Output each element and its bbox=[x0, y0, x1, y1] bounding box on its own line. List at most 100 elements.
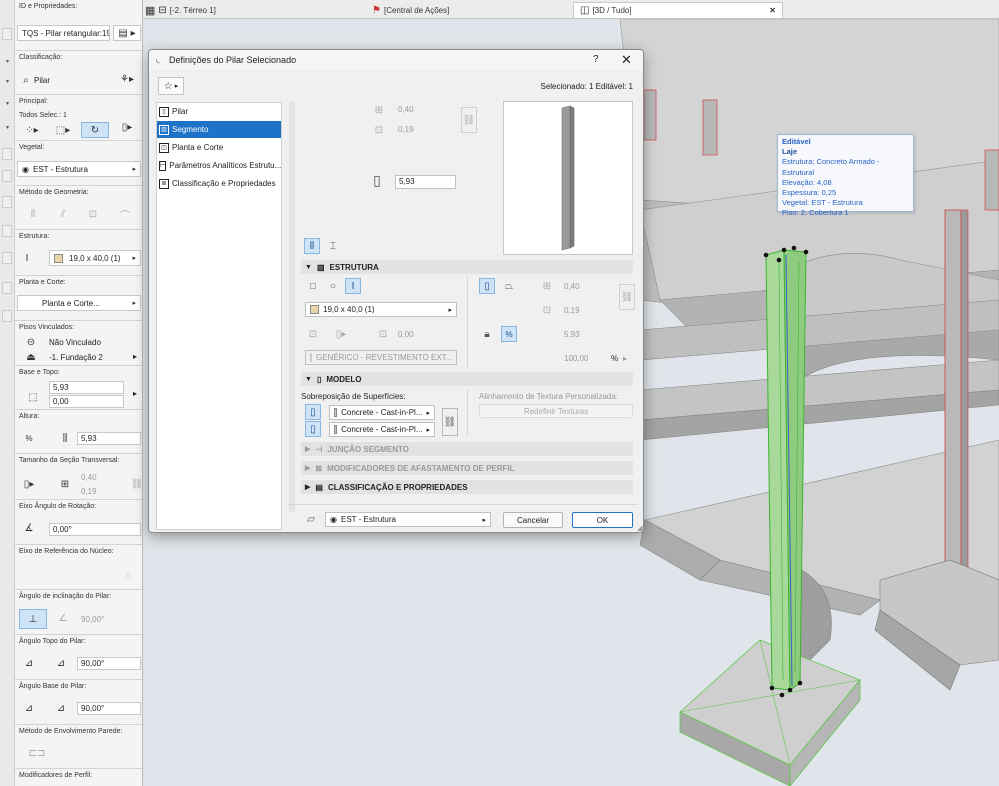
tab-grid-view[interactable]: ▦ ⊟ [-2. Térreo 1] bbox=[145, 2, 216, 18]
help-button[interactable]: ? bbox=[593, 54, 599, 65]
geometry-trapezoid-icon[interactable]: ⊡ bbox=[85, 206, 101, 222]
top-offset-input[interactable]: 5,93 bbox=[49, 381, 124, 394]
resize-grip-icon[interactable]: ◢ bbox=[637, 524, 642, 532]
dialog-title-bar[interactable]: ◟ Definições do Pilar Selecionado ? ✕ bbox=[149, 50, 643, 70]
edge-arrow-icon[interactable]: ▾ bbox=[3, 78, 12, 85]
percent-icon[interactable]: % bbox=[501, 326, 517, 342]
chevron-right-icon: ▸ bbox=[132, 300, 136, 307]
single-segment-icon[interactable]: ⫴ bbox=[304, 238, 320, 254]
classification-icon: ▤ bbox=[315, 482, 323, 492]
geometry-straight-icon[interactable]: ⫴ bbox=[25, 206, 41, 222]
edge-button[interactable] bbox=[2, 252, 12, 264]
id-menu-icon[interactable]: ▤ ▸ bbox=[113, 25, 141, 41]
ok-button[interactable]: OK bbox=[572, 512, 633, 528]
top-angle-alt-icon[interactable]: ⊿ bbox=[53, 655, 69, 671]
section-classification-header[interactable]: ▶ ▤ CLASSIFICAÇÃO E PROPRIEDADES bbox=[301, 480, 633, 494]
layer-select[interactable]: ◉ EST - Estrutura ▸ bbox=[17, 161, 141, 177]
reset-textures-button[interactable]: Redefinir Texturas bbox=[479, 404, 633, 418]
offset-finish-icon[interactable]: ⊡ bbox=[375, 326, 391, 342]
structure-select[interactable]: 19,0 x 40,0 (1) ▸ bbox=[49, 250, 141, 266]
anchor-point-icon[interactable]: ⁘▸ bbox=[20, 122, 44, 138]
classification-tree-icon[interactable]: ⚘▸ bbox=[113, 71, 141, 87]
edge-button[interactable] bbox=[2, 310, 12, 322]
offset-side-icon[interactable]: ▯▸ bbox=[333, 326, 349, 342]
section-structure-header[interactable]: ▼ ▨ ESTRUTURA bbox=[301, 260, 633, 274]
surface-select-2[interactable]: Concrete - Cast-in-Pl... ▸ bbox=[329, 422, 435, 437]
edge-button[interactable] bbox=[2, 196, 12, 208]
profile-shape-icon[interactable]: I bbox=[345, 278, 361, 294]
tab-close-icon[interactable]: ✕ bbox=[769, 6, 776, 15]
edge-arrow-icon[interactable]: ▾ bbox=[3, 100, 12, 107]
linked-top-value[interactable]: Não Vinculado bbox=[49, 338, 101, 347]
settings-scrollbar[interactable] bbox=[289, 102, 295, 512]
nav-item-analytical[interactable]: ⊢ Parâmetros Analíticos Estrutu... bbox=[157, 157, 281, 174]
surface-top-icon[interactable]: ▯ bbox=[305, 404, 321, 420]
top-link-icon[interactable]: ⊝ bbox=[23, 334, 39, 350]
chevron-right-icon[interactable]: ▸ bbox=[133, 352, 137, 361]
geometry-curved-icon[interactable]: ⌒ bbox=[117, 206, 133, 222]
edge-arrow-icon[interactable]: ▾ bbox=[3, 124, 12, 131]
slanted-column-icon[interactable]: ∠ bbox=[55, 610, 71, 626]
wrap-icon[interactable]: ⊏⊐ bbox=[25, 745, 49, 761]
tab-3d-view[interactable]: ◫ [3D / Tudo] ✕ bbox=[573, 2, 783, 18]
height-input[interactable]: 5,93 bbox=[77, 432, 141, 445]
base-angle-input[interactable]: 90,00° bbox=[77, 702, 141, 715]
rectangle-shape-icon[interactable]: □ bbox=[305, 278, 321, 294]
edge-button[interactable] bbox=[2, 225, 12, 237]
lock-icon[interactable]: 🔒︎ bbox=[479, 326, 495, 342]
rotation-input[interactable]: 0,00° bbox=[49, 523, 141, 536]
profile-select[interactable]: 19,0 x 40,0 (1) ▸ bbox=[305, 302, 457, 317]
link-icon[interactable]: ⛓ bbox=[461, 107, 477, 133]
link-icon[interactable]: ⛓ bbox=[129, 476, 142, 492]
bottom-link-icon[interactable]: ⏏ bbox=[23, 349, 39, 365]
layer-select[interactable]: ◉ EST - Estrutura ▸ bbox=[325, 512, 491, 527]
edge-button[interactable] bbox=[2, 282, 12, 294]
edge-button[interactable] bbox=[2, 148, 12, 160]
base-angle-alt-icon[interactable]: ⊿ bbox=[53, 700, 69, 716]
section-model-header[interactable]: ▼ ▯ MODELO bbox=[301, 372, 633, 386]
nav-item-classification[interactable]: ≣ Classificação e Propriedades bbox=[157, 175, 281, 192]
core-grid-icon[interactable]: ⁙ bbox=[117, 565, 139, 587]
multi-segment-icon[interactable]: ⌶ bbox=[325, 238, 341, 254]
geometry-slanted-icon[interactable]: ⫽ bbox=[55, 206, 71, 222]
tab-action-center[interactable]: ⚑ [Central de Ações] bbox=[372, 2, 449, 18]
section-segment-junction-header[interactable]: ▶ ⊣ JUNÇÃO SEGMENTO bbox=[301, 442, 633, 456]
chevron-right-icon[interactable]: ▸ bbox=[623, 354, 627, 363]
vertical-column-icon[interactable]: ⊥ bbox=[19, 609, 47, 629]
anchor-box-icon[interactable]: ⬚▸ bbox=[51, 122, 75, 138]
percent-icon[interactable]: % bbox=[21, 430, 37, 446]
nav-item-plan-section[interactable]: ◫ Planta e Corte bbox=[157, 139, 281, 156]
height-input[interactable]: 5,93 bbox=[395, 175, 456, 189]
close-button[interactable]: ✕ bbox=[621, 52, 632, 68]
favorites-button[interactable]: ☆ ▸ bbox=[158, 77, 184, 95]
offset-core-icon[interactable]: ⊡ bbox=[305, 326, 321, 342]
rotate-icon[interactable]: ↻ bbox=[81, 122, 109, 138]
nav-item-segment[interactable]: ▥ Segmento bbox=[157, 121, 281, 138]
section-profile-modifiers-header[interactable]: ▶ ⊠ MODIFICADORES DE AFASTAMENTO DE PERF… bbox=[301, 461, 633, 475]
surface-side-icon[interactable]: ▯ bbox=[305, 421, 321, 437]
finish-material-select[interactable]: GENÉRICO - REVESTIMENTO EXT... ▸ bbox=[305, 350, 457, 365]
edge-button[interactable] bbox=[2, 170, 12, 182]
tapered-segment-icon[interactable]: ⏢ bbox=[501, 278, 517, 294]
rectangle-section-icon[interactable]: ▯▸ bbox=[21, 476, 37, 492]
id-field[interactable]: TQS - Pilar retangular:19. bbox=[17, 25, 110, 41]
linked-bottom-value[interactable]: -1. Fundação 2 bbox=[49, 353, 103, 362]
classification-section: Classificação: ⌕ Pilar ⚘▸ bbox=[15, 51, 142, 95]
column-shape-icon[interactable]: ▯▸ bbox=[113, 119, 141, 135]
base-offset-input[interactable]: 0,00 bbox=[49, 395, 124, 408]
cancel-button[interactable]: Cancelar bbox=[503, 512, 563, 528]
chevron-right-icon[interactable]: ▸ bbox=[133, 389, 137, 398]
surface-select-1[interactable]: Concrete - Cast-in-Pl... ▸ bbox=[329, 405, 435, 420]
straight-segment-icon[interactable]: ▯ bbox=[479, 278, 495, 294]
profile-icon[interactable]: I bbox=[19, 250, 35, 266]
circle-shape-icon[interactable]: ○ bbox=[325, 278, 341, 294]
base-angle-icon[interactable]: ⊿ bbox=[21, 700, 37, 716]
edge-arrow-icon[interactable]: ▾ bbox=[3, 58, 12, 65]
top-angle-input[interactable]: 90,00° bbox=[77, 657, 141, 670]
chain-link-icon[interactable]: ⛓ bbox=[442, 408, 458, 436]
edge-button[interactable] bbox=[2, 28, 12, 40]
top-angle-icon[interactable]: ⊿ bbox=[21, 655, 37, 671]
link-icon[interactable]: ⛓ bbox=[619, 284, 635, 310]
plan-select[interactable]: Planta e Corte... ▸ bbox=[17, 295, 141, 311]
nav-item-column[interactable]: ▯ Pilar bbox=[157, 103, 281, 120]
